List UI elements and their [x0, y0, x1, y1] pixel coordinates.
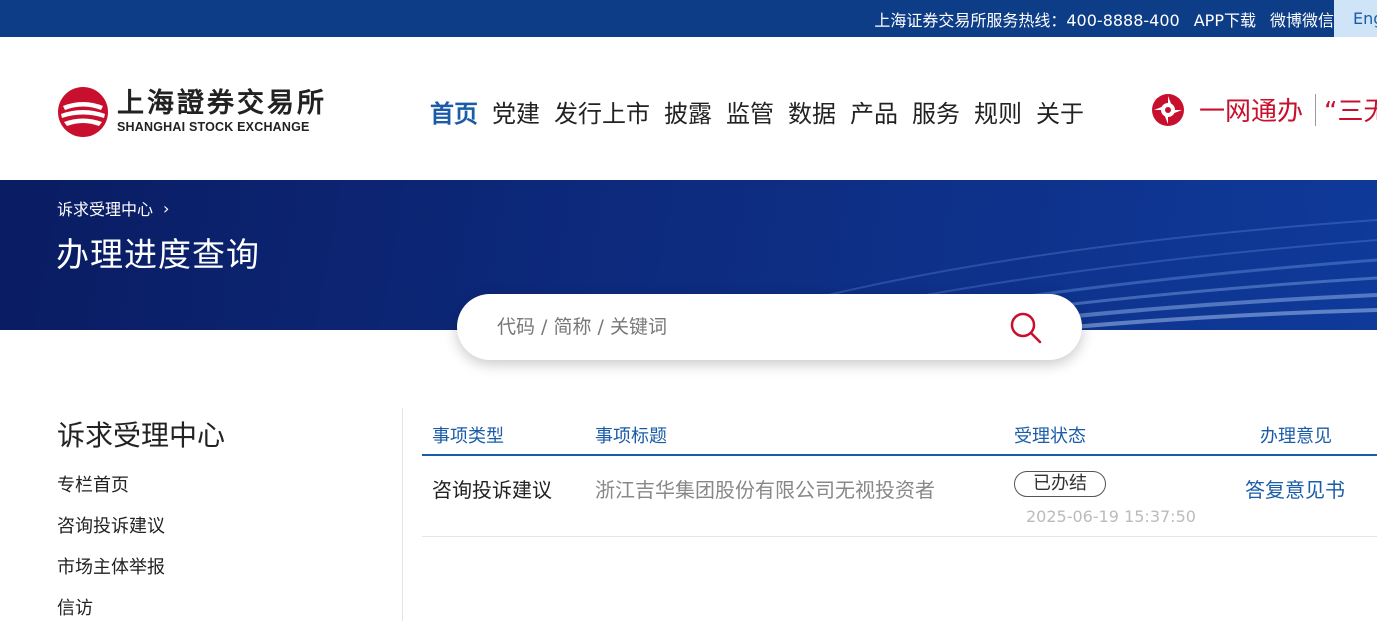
- logo-cn-text: 上海證券交易所: [117, 88, 327, 119]
- nav-item-about[interactable]: 关于: [1036, 94, 1084, 129]
- hotline-text: 上海证券交易所服务热线：400-8888-400: [874, 10, 1180, 30]
- header-status: 受理状态: [1014, 426, 1086, 447]
- header-title: 事项标题: [595, 426, 667, 447]
- nav-item-data[interactable]: 数据: [788, 94, 836, 129]
- sidebar-item-consult[interactable]: 咨询投诉建议: [57, 512, 165, 538]
- progress-table: 事项类型 事项标题 受理状态 办理意见 咨询投诉建议 浙江吉华集团股份有限公司无…: [422, 414, 1377, 537]
- site-header: 上海證券交易所 SHANGHAI STOCK EXCHANGE 首页 党建 发行…: [0, 37, 1377, 180]
- top-bar: 上海证券交易所服务热线：400-8888-400 APP下载 微博微信 Engl…: [0, 0, 1377, 37]
- sidebar-title: 诉求受理中心: [57, 419, 226, 452]
- three-no-text[interactable]: “三无: [1324, 91, 1377, 128]
- gov-divider: [1315, 93, 1317, 126]
- chevron-right-icon: ›: [163, 198, 170, 218]
- header-opinion: 办理意见: [1260, 426, 1332, 447]
- nav-item-listing[interactable]: 发行上市: [554, 94, 650, 129]
- gov-service-icon: [1152, 93, 1184, 126]
- status-badge: 已办结: [1014, 471, 1106, 497]
- breadcrumb: 诉求受理中心 ›: [57, 196, 169, 220]
- table-row: 咨询投诉建议 浙江吉华集团股份有限公司无视投资者 已办结 2025-06-19 …: [422, 456, 1377, 537]
- app-download-link[interactable]: APP下载: [1194, 7, 1256, 31]
- nav-item-services[interactable]: 服务: [912, 94, 960, 129]
- nav-item-party[interactable]: 党建: [492, 94, 540, 129]
- logo-en-text: SHANGHAI STOCK EXCHANGE: [117, 120, 310, 134]
- sidebar-item-home[interactable]: 专栏首页: [57, 471, 129, 497]
- search-input[interactable]: [497, 312, 997, 342]
- sidebar-item-petition[interactable]: 信访: [57, 594, 93, 620]
- nav-item-home[interactable]: 首页: [430, 94, 478, 129]
- main-nav: 首页 党建 发行上市 披露 监管 数据 产品 服务 规则 关于: [430, 94, 1084, 129]
- sse-logo[interactable]: 上海證券交易所 SHANGHAI STOCK EXCHANGE: [57, 85, 327, 139]
- weibo-wechat-link[interactable]: 微博微信: [1270, 7, 1334, 31]
- nav-item-supervision[interactable]: 监管: [726, 94, 774, 129]
- page-title: 办理进度查询: [56, 235, 260, 274]
- header-type: 事项类型: [432, 426, 504, 447]
- sidebar-item-report[interactable]: 市场主体举报: [57, 553, 165, 579]
- sidebar: 诉求受理中心 专栏首页 咨询投诉建议 市场主体举报 信访: [0, 408, 403, 621]
- table-header: 事项类型 事项标题 受理状态 办理意见: [422, 414, 1377, 456]
- sse-logo-icon: [58, 87, 108, 137]
- search-box: [457, 294, 1082, 360]
- language-switch[interactable]: English: [1334, 0, 1377, 37]
- row-timestamp: 2025-06-19 15:37:50: [1026, 507, 1196, 526]
- search-icon[interactable]: [1009, 311, 1043, 345]
- breadcrumb-link[interactable]: 诉求受理中心: [57, 196, 153, 220]
- gov-service-text: 一网通办: [1199, 97, 1304, 127]
- top-links: 上海证券交易所服务热线：400-8888-400 APP下载 微博微信: [874, 0, 1334, 37]
- row-type: 咨询投诉建议: [432, 478, 552, 502]
- gov-service-link[interactable]: 一网通办 “三无: [1151, 91, 1377, 128]
- row-title-link[interactable]: 浙江吉华集团股份有限公司无视投资者: [595, 474, 935, 503]
- nav-item-products[interactable]: 产品: [850, 94, 898, 129]
- reply-document-link[interactable]: 答复意见书: [1245, 474, 1345, 503]
- nav-item-disclosure[interactable]: 披露: [664, 94, 712, 129]
- nav-item-rules[interactable]: 规则: [974, 94, 1022, 129]
